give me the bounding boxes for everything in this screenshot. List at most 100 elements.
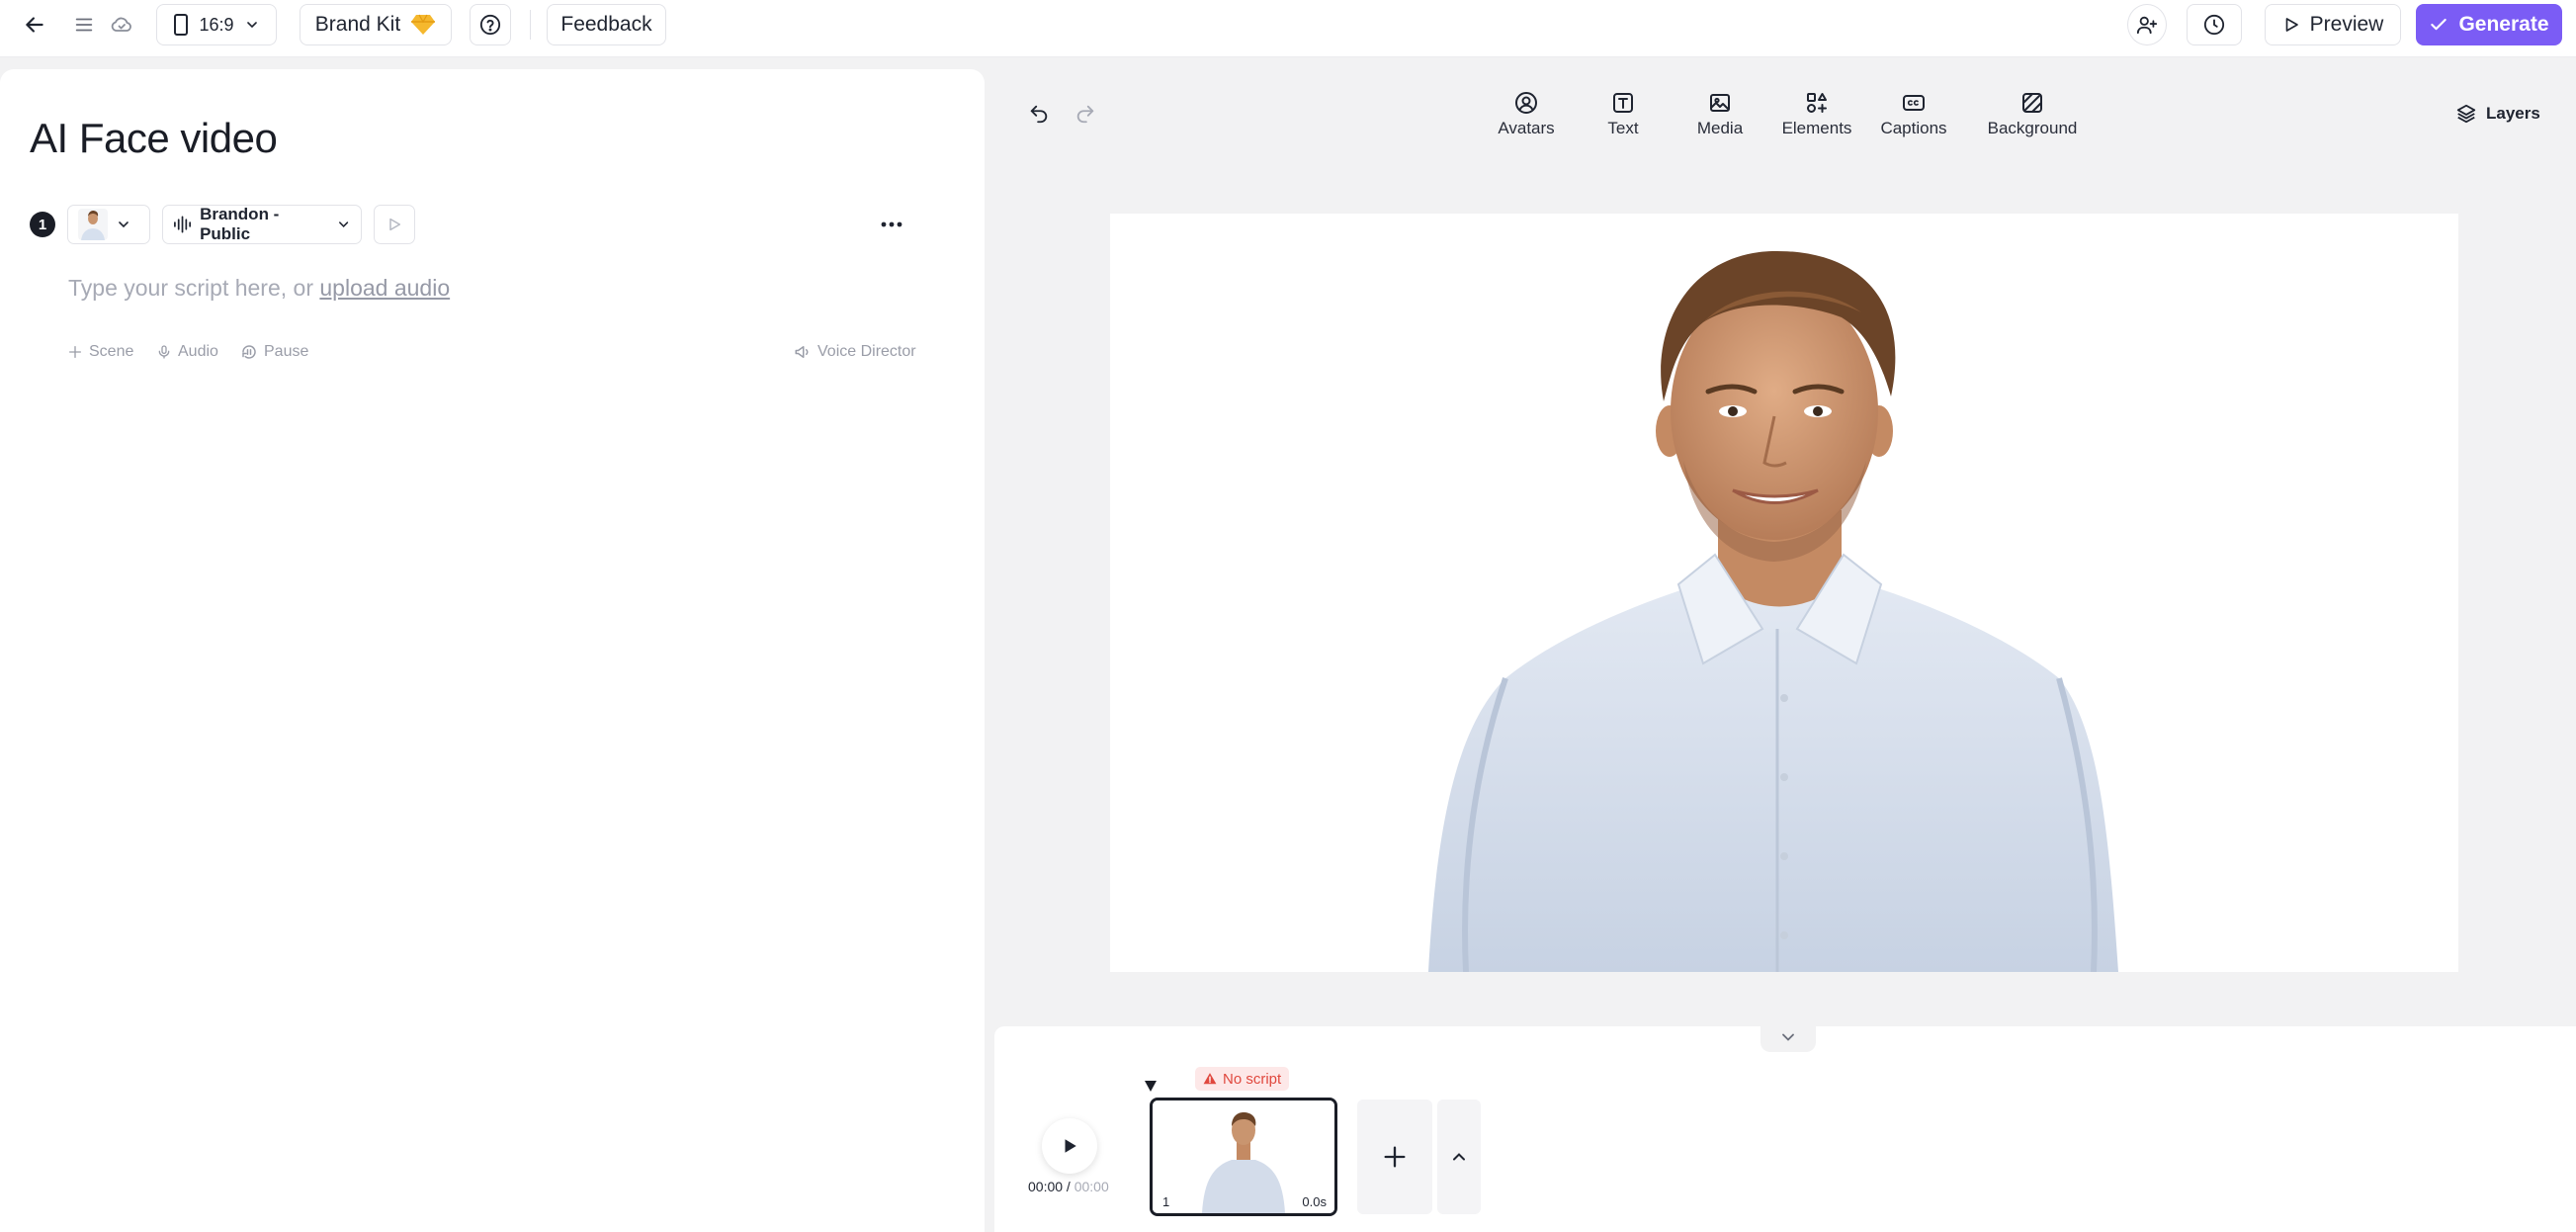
layers-label: Layers <box>2486 104 2540 123</box>
plus-icon <box>1384 1146 1406 1168</box>
text-icon <box>1613 93 1633 113</box>
redo-icon <box>1076 105 1094 124</box>
clip-index: 1 <box>1162 1194 1170 1209</box>
preview-label: Preview <box>2309 13 2384 36</box>
aspect-ratio-select[interactable]: 16:9 <box>156 4 277 45</box>
audio-tool-label: Audio <box>178 343 218 360</box>
text-tool[interactable]: Text <box>1576 91 1671 146</box>
playback-time: 00:00 / 00:00 <box>1028 1179 1109 1194</box>
scene-tool-label: Scene <box>89 343 134 360</box>
total-time: 00:00 <box>1073 1179 1109 1194</box>
script-placeholder-text: Type your script here, or <box>68 275 313 301</box>
more-icon <box>881 221 902 227</box>
media-icon <box>1710 94 1730 112</box>
layers-icon <box>2456 104 2476 124</box>
timeline-play-button[interactable] <box>1042 1118 1097 1174</box>
divider <box>530 10 531 40</box>
voice-select[interactable]: Brandon - Public <box>162 205 362 244</box>
play-outline-icon <box>2285 18 2298 32</box>
clip-duration: 0.0s <box>1302 1194 1327 1209</box>
text-label: Text <box>1607 119 1639 137</box>
voice-label: Brandon - Public <box>200 205 280 243</box>
add-pause-button[interactable]: Pause <box>240 340 308 364</box>
time-separator: / <box>1063 1179 1074 1194</box>
collapse-timeline-button[interactable] <box>1760 1022 1816 1052</box>
no-script-warning: No script <box>1195 1067 1290 1091</box>
share-button[interactable] <box>2127 4 2167 45</box>
play-voice-button[interactable] <box>374 205 415 244</box>
voice-director-label: Voice Director <box>817 343 916 360</box>
menu-icon <box>75 18 93 32</box>
avatar-presenter[interactable] <box>1110 214 2458 972</box>
captions-tool[interactable]: Captions <box>1866 91 1961 146</box>
history-button[interactable] <box>2187 4 2242 45</box>
playhead-marker[interactable] <box>1144 1080 1158 1094</box>
captions-icon <box>1903 95 1925 111</box>
waveform-icon <box>174 216 192 233</box>
add-scene-button[interactable]: Scene <box>67 340 133 364</box>
add-scene-clip-button[interactable] <box>1357 1100 1432 1214</box>
pause-icon <box>242 345 256 359</box>
chevron-up-icon <box>1453 1153 1465 1161</box>
undo-button[interactable] <box>1024 99 1054 129</box>
pause-tool-label: Pause <box>264 343 309 360</box>
play-icon <box>1065 1139 1076 1153</box>
video-title[interactable]: AI Face video <box>30 115 278 162</box>
more-options-button[interactable] <box>875 212 908 237</box>
top-bar: 16:9 Brand Kit Feedback Preview Generate <box>0 0 2576 57</box>
brand-kit-label: Brand Kit <box>314 13 401 36</box>
cloud-sync-status <box>105 4 138 45</box>
check-icon <box>2431 18 2447 31</box>
chevron-down-icon <box>1782 1033 1794 1041</box>
video-canvas[interactable] <box>1110 214 2458 972</box>
scene-options-button[interactable] <box>1437 1100 1481 1214</box>
background-icon <box>2022 93 2042 113</box>
warning-icon <box>1203 1073 1217 1085</box>
background-tool[interactable]: Background <box>1983 91 2082 146</box>
chevron-down-icon <box>246 22 257 29</box>
scene-clip[interactable]: 1 0.0s <box>1150 1098 1337 1216</box>
avatar-select[interactable] <box>67 205 150 244</box>
history-icon <box>2203 14 2225 36</box>
help-icon <box>479 14 501 36</box>
aspect-ratio-value: 16:9 <box>199 14 234 35</box>
chevron-down-icon <box>338 221 348 227</box>
back-arrow-icon <box>26 17 43 33</box>
elements-tool[interactable]: Elements <box>1769 91 1864 146</box>
chevron-down-icon <box>119 221 129 228</box>
script-panel <box>0 69 985 1232</box>
generate-label: Generate <box>2458 13 2549 36</box>
generate-button[interactable]: Generate <box>2416 4 2562 45</box>
add-user-icon <box>2136 16 2158 35</box>
avatar-icon <box>1515 92 1537 114</box>
scene-number-badge: 1 <box>30 212 55 237</box>
redo-button[interactable] <box>1071 99 1100 129</box>
plus-icon <box>69 346 81 358</box>
layers-button[interactable]: Layers <box>2455 101 2540 127</box>
elements-icon <box>1807 93 1827 113</box>
feedback-label: Feedback <box>560 13 652 36</box>
avatars-tool[interactable]: Avatars <box>1479 91 1574 146</box>
avatar-thumbnail <box>78 209 108 240</box>
current-time: 00:00 <box>1028 1179 1064 1194</box>
elements-label: Elements <box>1781 119 1852 137</box>
script-input[interactable]: Type your script here, or upload audio <box>68 275 450 302</box>
help-button[interactable] <box>470 4 511 45</box>
media-label: Media <box>1696 119 1744 137</box>
avatars-label: Avatars <box>1498 119 1555 137</box>
upload-audio-link[interactable]: upload audio <box>319 275 450 301</box>
cloud-icon <box>111 17 131 32</box>
mic-icon <box>158 345 170 359</box>
brand-kit-button[interactable]: Brand Kit <box>300 4 452 45</box>
media-tool[interactable]: Media <box>1673 91 1767 146</box>
no-script-label: No script <box>1223 1070 1282 1088</box>
preview-button[interactable]: Preview <box>2265 4 2401 45</box>
voice-director-button[interactable]: Voice Director <box>794 340 916 364</box>
feedback-button[interactable]: Feedback <box>547 4 666 45</box>
menu-button[interactable] <box>69 4 99 45</box>
back-button[interactable] <box>14 4 55 45</box>
play-outline-icon <box>389 218 401 231</box>
gem-icon <box>411 14 436 35</box>
megaphone-icon <box>795 346 809 358</box>
add-audio-button[interactable]: Audio <box>156 340 218 364</box>
